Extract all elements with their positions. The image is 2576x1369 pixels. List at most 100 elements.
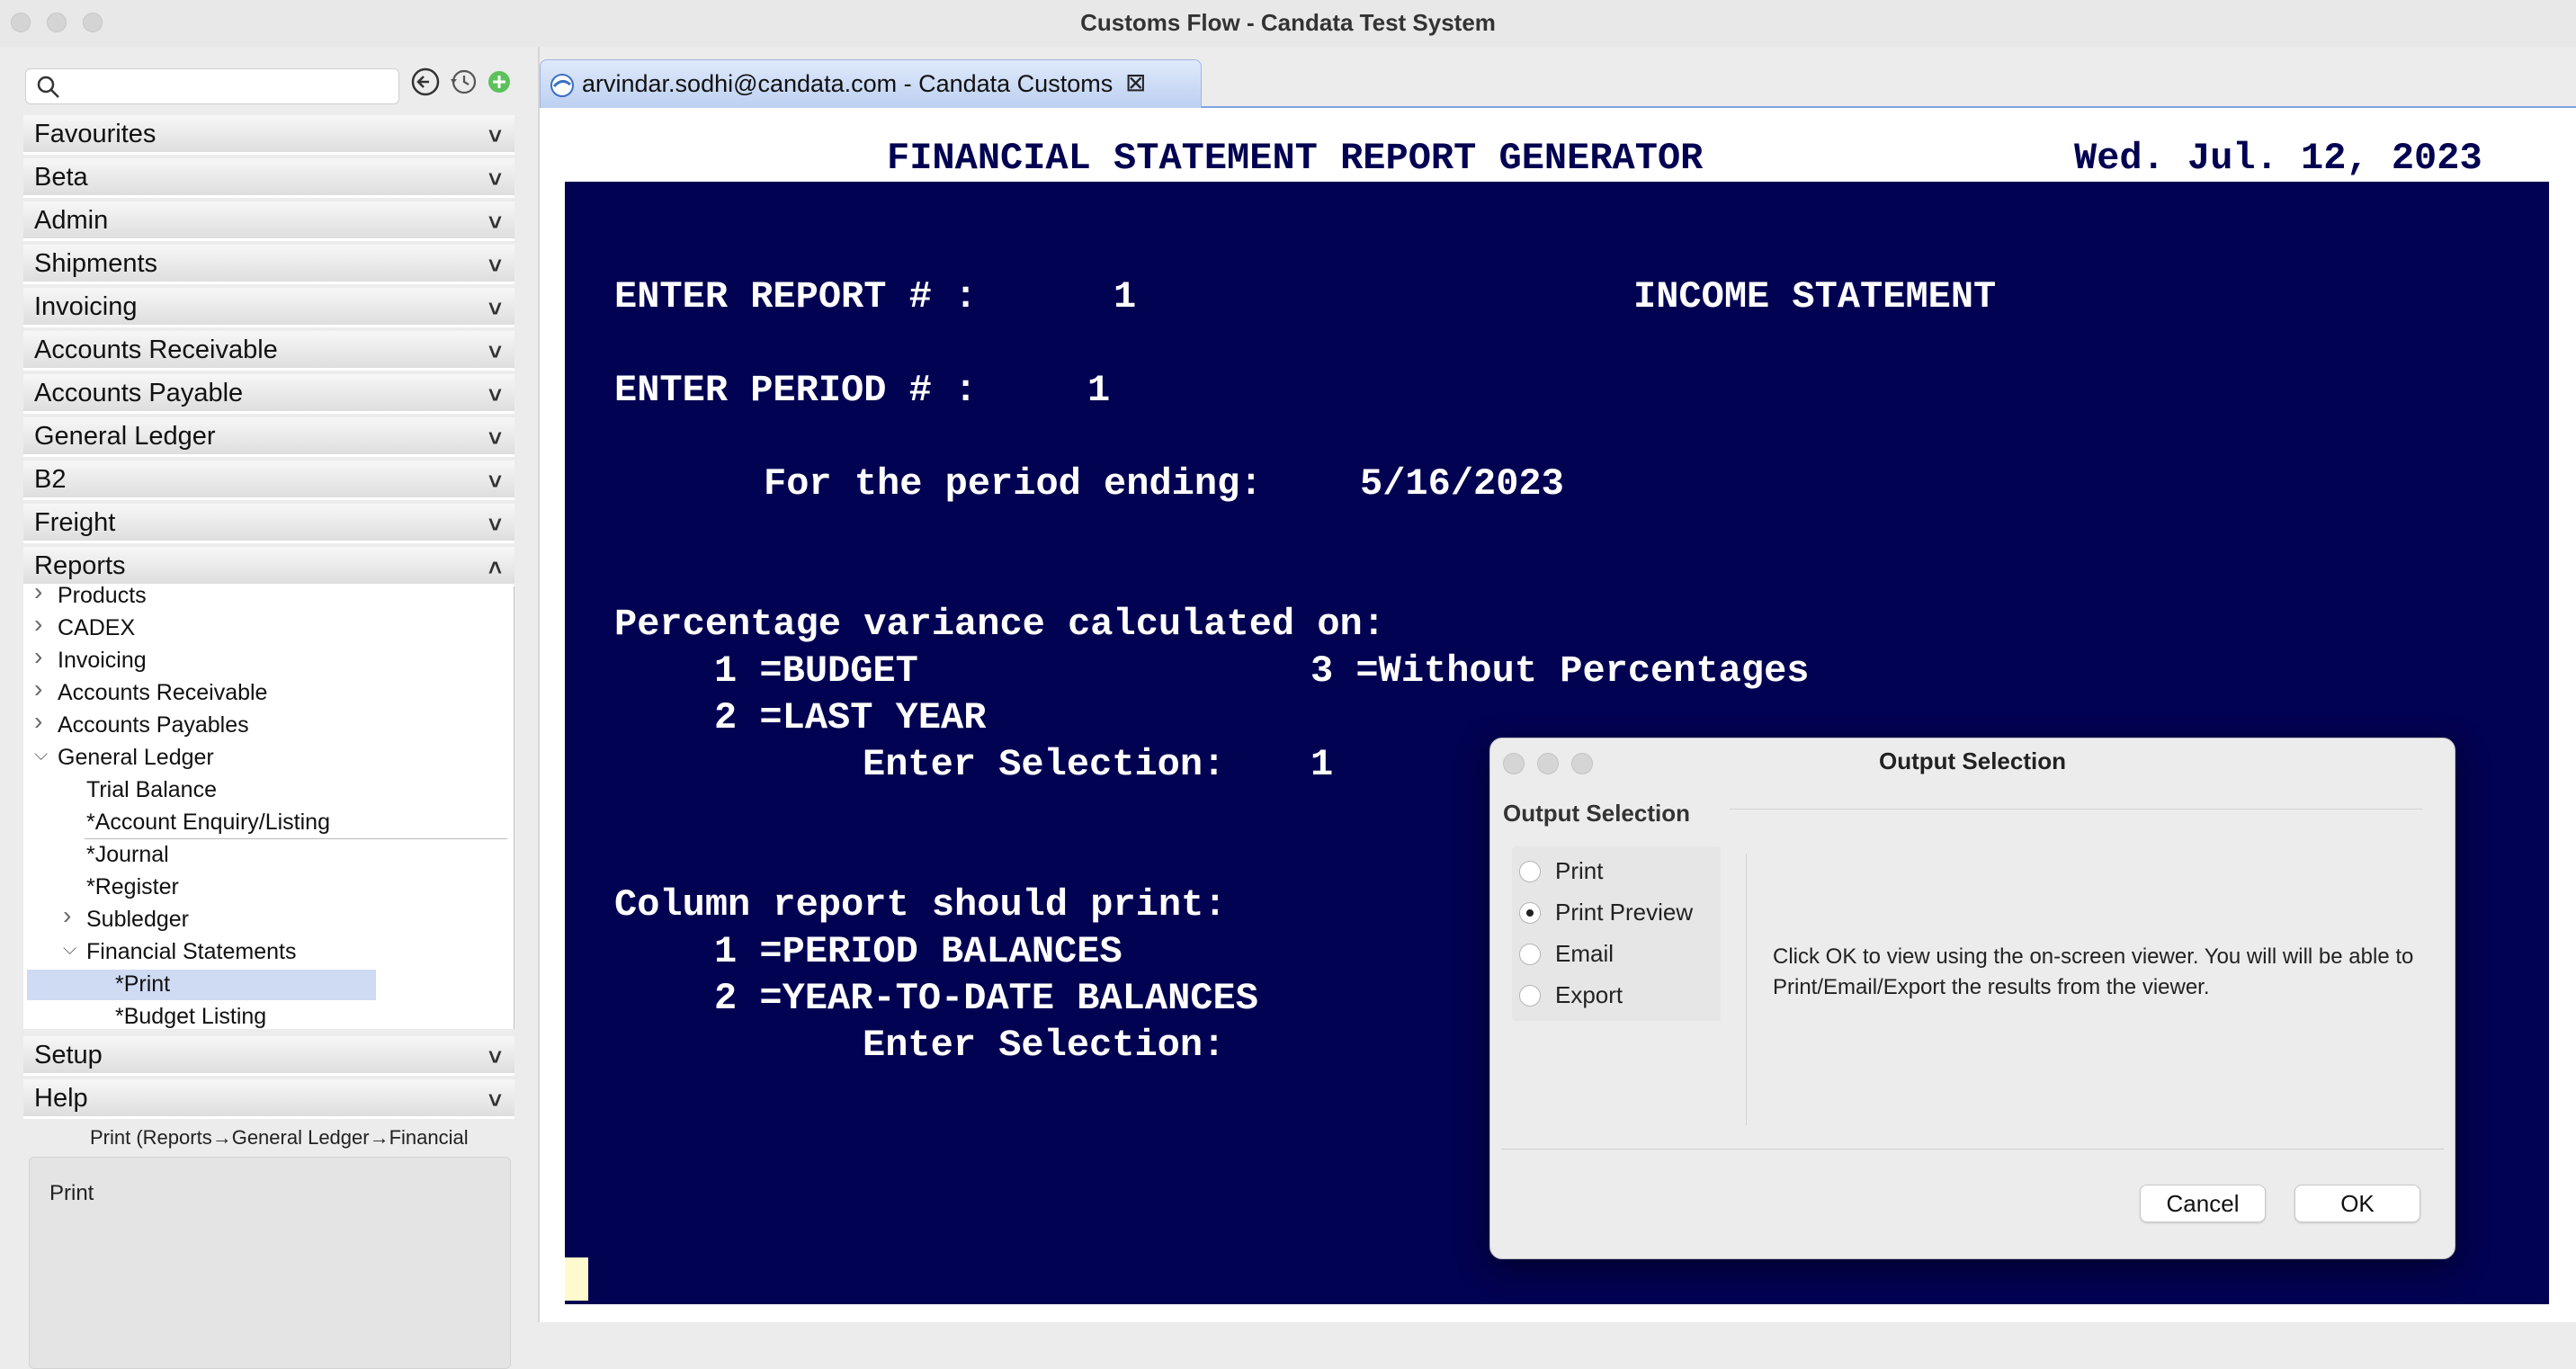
- radio-circle[interactable]: [1519, 944, 1541, 965]
- radio-label: Export: [1555, 981, 1623, 1008]
- description-panel: Print: [29, 1157, 511, 1369]
- tree-item-trial-balance[interactable]: Trial Balance: [86, 777, 217, 803]
- sidebar-section-shipments[interactable]: Shipments ˅: [23, 245, 514, 284]
- sidebar-section-favourites[interactable]: Favourites ˅: [23, 115, 514, 155]
- chevron-down-icon: ˅: [487, 1043, 502, 1070]
- sidebar-section-invoicing[interactable]: Invoicing ˅: [23, 288, 514, 327]
- ok-button[interactable]: OK: [2294, 1185, 2420, 1222]
- collapsed-arrow-icon[interactable]: ›: [34, 642, 42, 671]
- period-ending-label: For the period ending:: [764, 462, 1263, 506]
- tree-item-accounts-payables[interactable]: Accounts Payables: [58, 712, 249, 738]
- tree-item-products[interactable]: Products: [58, 583, 147, 609]
- sidebar-section-reports[interactable]: Reports ˄: [23, 547, 514, 586]
- tree-item-journal[interactable]: *Journal: [86, 842, 169, 868]
- tab-candata-customs[interactable]: arvindar.sodhi@candata.com - Candata Cus…: [540, 59, 1202, 108]
- button-divider: [1501, 1149, 2444, 1150]
- sidebar-section-label: General Ledger: [34, 422, 216, 451]
- add-icon[interactable]: [486, 67, 513, 97]
- radio-circle[interactable]: [1519, 861, 1541, 882]
- sidebar-section-label: B2: [34, 465, 67, 494]
- cancel-button[interactable]: Cancel: [2140, 1185, 2266, 1222]
- column-option-period: 1 =PERIOD BALANCES: [714, 930, 1123, 973]
- terminal-header: FINANCIAL STATEMENT REPORT GENERATOR Wed…: [565, 135, 2549, 182]
- report-prompt: ENTER REPORT # :: [614, 275, 978, 318]
- collapsed-arrow-icon[interactable]: ›: [34, 675, 42, 703]
- chevron-down-icon: ˅: [487, 252, 502, 279]
- period-number-field[interactable]: 1: [1087, 369, 1110, 412]
- variance-title: Percentage variance calculated on:: [614, 603, 1385, 646]
- vertical-divider: [1746, 854, 1747, 1125]
- chevron-down-icon: ˅: [487, 511, 502, 538]
- tree-item-budget-listing[interactable]: *Budget Listing: [115, 1004, 266, 1030]
- expanded-arrow-icon[interactable]: ⌵: [63, 939, 76, 960]
- sidebar-section-label: Reports: [34, 551, 126, 580]
- history-icon[interactable]: [448, 67, 479, 97]
- chevron-down-icon: ˅: [487, 1087, 502, 1114]
- chevron-down-icon: ˅: [487, 295, 502, 322]
- sidebar-section-help[interactable]: Help ˅: [23, 1079, 514, 1119]
- sidebar-section-general-ledger[interactable]: General Ledger ˅: [23, 417, 514, 457]
- period-prompt: ENTER PERIOD # :: [614, 369, 978, 412]
- tree-item-print[interactable]: *Print: [115, 971, 170, 998]
- search-input[interactable]: [25, 68, 399, 104]
- variance-option-last-year: 2 =LAST YEAR: [714, 696, 987, 739]
- collapsed-arrow-icon[interactable]: ›: [63, 901, 71, 930]
- sidebar-section-label: Favourites: [34, 120, 157, 148]
- column-selection-label: Enter Selection:: [863, 1024, 1226, 1067]
- sidebar-section-label: Accounts Payable: [34, 379, 244, 407]
- sidebar-section-freight[interactable]: Freight ˅: [23, 504, 514, 543]
- tab-label: arvindar.sodhi@candata.com - Candata Cus…: [582, 70, 1114, 97]
- tree-item-financial-statements[interactable]: Financial Statements: [86, 939, 296, 965]
- search-icon: [37, 76, 59, 98]
- back-icon[interactable]: [410, 67, 441, 97]
- tree-separator: [85, 838, 507, 839]
- column-option-ytd: 2 =YEAR-TO-DATE BALANCES: [714, 977, 1258, 1020]
- tree-item-accounts-receivable[interactable]: Accounts Receivable: [58, 680, 267, 706]
- window-title: Customs Flow - Candata Test System: [1080, 9, 1496, 36]
- collapsed-arrow-icon[interactable]: ›: [34, 610, 42, 639]
- variance-selection-field[interactable]: 1: [1310, 743, 1333, 786]
- chevron-down-icon: ˅: [487, 166, 502, 192]
- sidebar-section-b2[interactable]: B2 ˅: [23, 461, 514, 500]
- tree-item-general-ledger[interactable]: General Ledger: [58, 745, 214, 771]
- tree-item-account-enquiry-listing[interactable]: *Account Enquiry/Listing: [86, 810, 330, 836]
- radio-circle[interactable]: [1519, 985, 1541, 1007]
- variance-option-without-percentages: 3 =Without Percentages: [1310, 649, 1810, 693]
- column-title: Column report should print:: [614, 883, 1227, 926]
- sidebar-section-label: Accounts Receivable: [34, 336, 278, 364]
- sidebar-section-label: Freight: [34, 508, 116, 537]
- sidebar-section-label: Admin: [34, 206, 109, 235]
- chevron-down-icon: ˅: [487, 122, 502, 149]
- sidebar-section-admin[interactable]: Admin ˅: [23, 201, 514, 241]
- sidebar-section-label: Setup: [34, 1041, 103, 1069]
- sidebar-section-setup[interactable]: Setup ˅: [23, 1036, 514, 1076]
- radio-label: Email: [1555, 940, 1614, 967]
- sidebar-section-beta[interactable]: Beta ˅: [23, 158, 514, 198]
- report-number-field[interactable]: 1: [1114, 275, 1136, 318]
- output-selection-dialog: Output Selection Output Selection Print P…: [1489, 738, 2455, 1259]
- sidebar-section-accounts-payable[interactable]: Accounts Payable ˅: [23, 374, 514, 414]
- app-icon: [550, 74, 574, 97]
- tree-item-subledger[interactable]: Subledger: [86, 907, 189, 933]
- close-tab-icon[interactable]: ⊠: [1125, 67, 1146, 97]
- chevron-down-icon: ˅: [487, 209, 502, 236]
- output-options: Print Print Preview Email Export: [1512, 846, 1721, 1021]
- terminal-cursor: [565, 1257, 588, 1301]
- sidebar-section-label: Help: [34, 1084, 88, 1113]
- report-name: INCOME STATEMENT: [1633, 275, 1997, 318]
- window-titlebar: Customs Flow - Candata Test System: [0, 0, 2576, 47]
- description-text: Print: [49, 1181, 94, 1205]
- tree-item-cadex[interactable]: CADEX: [58, 615, 135, 641]
- report-date: Wed. Jul. 12, 2023: [2074, 137, 2482, 180]
- sidebar-section-accounts-receivable[interactable]: Accounts Receivable ˅: [23, 331, 514, 371]
- report-title: FINANCIAL STATEMENT REPORT GENERATOR: [887, 137, 1704, 180]
- reports-tree: › Products › CADEX › Invoicing › Accounts Recei…: [23, 577, 514, 1030]
- output-group-label: Output Selection: [1503, 800, 1690, 827]
- collapsed-arrow-icon[interactable]: ›: [34, 707, 42, 736]
- tree-item-register[interactable]: *Register: [86, 874, 179, 900]
- tree-item-invoicing[interactable]: Invoicing: [58, 648, 147, 674]
- sidebar: › Products › CADEX › Invoicing › Accounts Recei…: [0, 47, 538, 1369]
- chevron-down-icon: ˅: [487, 338, 502, 365]
- expanded-arrow-icon[interactable]: ⌵: [34, 745, 48, 765]
- radio-circle[interactable]: [1519, 902, 1541, 924]
